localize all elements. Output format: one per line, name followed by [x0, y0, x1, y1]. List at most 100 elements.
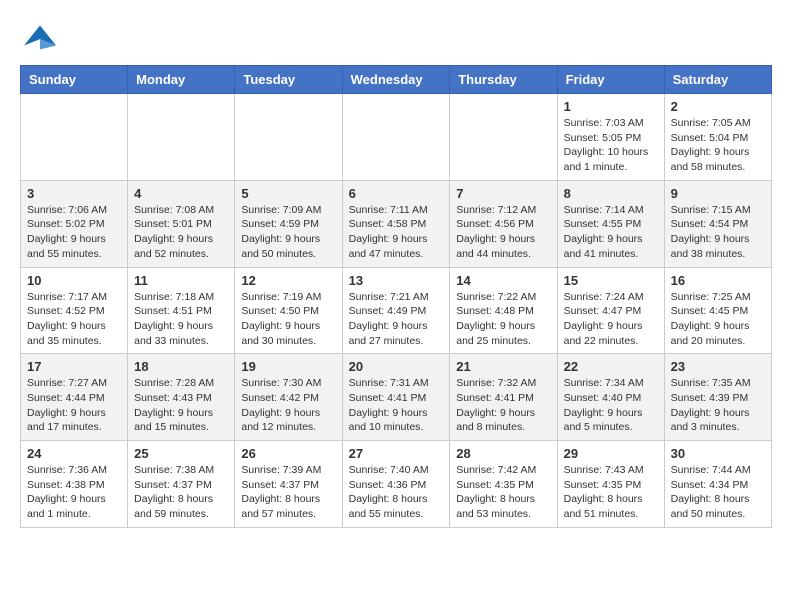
calendar-cell: 6 Sunrise: 7:11 AM Sunset: 4:58 PM Daylig…	[342, 180, 450, 267]
day-info: Sunrise: 7:38 AM Sunset: 4:37 PM Dayligh…	[134, 463, 228, 522]
day-number: 13	[349, 273, 444, 288]
day-info: Sunrise: 7:42 AM Sunset: 4:35 PM Dayligh…	[456, 463, 550, 522]
day-info: Sunrise: 7:28 AM Sunset: 4:43 PM Dayligh…	[134, 376, 228, 435]
day-number: 24	[27, 446, 121, 461]
day-number: 12	[241, 273, 335, 288]
column-header-tuesday: Tuesday	[235, 66, 342, 94]
calendar-cell: 22 Sunrise: 7:34 AM Sunset: 4:40 PM Dayli…	[557, 354, 664, 441]
day-info: Sunrise: 7:18 AM Sunset: 4:51 PM Dayligh…	[134, 290, 228, 349]
calendar-table: SundayMondayTuesdayWednesdayThursdayFrid…	[20, 65, 772, 528]
day-info: Sunrise: 7:22 AM Sunset: 4:48 PM Dayligh…	[456, 290, 550, 349]
day-number: 21	[456, 359, 550, 374]
day-number: 17	[27, 359, 121, 374]
day-number: 1	[564, 99, 658, 114]
day-info: Sunrise: 7:05 AM Sunset: 5:04 PM Dayligh…	[671, 116, 765, 175]
day-number: 2	[671, 99, 765, 114]
day-info: Sunrise: 7:21 AM Sunset: 4:49 PM Dayligh…	[349, 290, 444, 349]
calendar-cell: 9 Sunrise: 7:15 AM Sunset: 4:54 PM Daylig…	[664, 180, 771, 267]
day-info: Sunrise: 7:34 AM Sunset: 4:40 PM Dayligh…	[564, 376, 658, 435]
calendar-cell: 25Sunrise: 7:38 AM Sunset: 4:37 PM Dayli…	[128, 441, 235, 528]
day-info: Sunrise: 7:35 AM Sunset: 4:39 PM Dayligh…	[671, 376, 765, 435]
day-info: Sunrise: 7:03 AM Sunset: 5:05 PM Dayligh…	[564, 116, 658, 175]
calendar-cell: 27 Sunrise: 7:40 AM Sunset: 4:36 PM Dayli…	[342, 441, 450, 528]
day-number: 14	[456, 273, 550, 288]
day-info: Sunrise: 7:09 AM Sunset: 4:59 PM Dayligh…	[241, 203, 335, 262]
column-header-sunday: Sunday	[21, 66, 128, 94]
day-info: Sunrise: 7:24 AM Sunset: 4:47 PM Dayligh…	[564, 290, 658, 349]
calendar-cell: 3 Sunrise: 7:06 AM Sunset: 5:02 PM Daylig…	[21, 180, 128, 267]
day-info: Sunrise: 7:17 AM Sunset: 4:52 PM Dayligh…	[27, 290, 121, 349]
calendar-cell	[21, 94, 128, 181]
day-info: Sunrise: 7:15 AM Sunset: 4:54 PM Dayligh…	[671, 203, 765, 262]
column-header-saturday: Saturday	[664, 66, 771, 94]
calendar-cell	[128, 94, 235, 181]
day-number: 30	[671, 446, 765, 461]
day-info: Sunrise: 7:19 AM Sunset: 4:50 PM Dayligh…	[241, 290, 335, 349]
calendar-cell: 14 Sunrise: 7:22 AM Sunset: 4:48 PM Dayli…	[450, 267, 557, 354]
calendar-cell: 21Sunrise: 7:32 AM Sunset: 4:41 PM Dayli…	[450, 354, 557, 441]
day-info: Sunrise: 7:43 AM Sunset: 4:35 PM Dayligh…	[564, 463, 658, 522]
calendar-cell: 12 Sunrise: 7:19 AM Sunset: 4:50 PM Dayli…	[235, 267, 342, 354]
day-number: 6	[349, 186, 444, 201]
day-number: 27	[349, 446, 444, 461]
day-number: 18	[134, 359, 228, 374]
column-header-monday: Monday	[128, 66, 235, 94]
calendar-cell: 18 Sunrise: 7:28 AM Sunset: 4:43 PM Dayli…	[128, 354, 235, 441]
calendar-cell: 19Sunrise: 7:30 AM Sunset: 4:42 PM Dayli…	[235, 354, 342, 441]
calendar-cell: 8 Sunrise: 7:14 AM Sunset: 4:55 PM Daylig…	[557, 180, 664, 267]
day-number: 26	[241, 446, 335, 461]
calendar-cell: 7 Sunrise: 7:12 AM Sunset: 4:56 PM Daylig…	[450, 180, 557, 267]
day-info: Sunrise: 7:39 AM Sunset: 4:37 PM Dayligh…	[241, 463, 335, 522]
day-number: 11	[134, 273, 228, 288]
calendar-cell: 5 Sunrise: 7:09 AM Sunset: 4:59 PM Daylig…	[235, 180, 342, 267]
calendar-cell	[450, 94, 557, 181]
calendar-cell: 17 Sunrise: 7:27 AM Sunset: 4:44 PM Dayli…	[21, 354, 128, 441]
calendar-cell: 15 Sunrise: 7:24 AM Sunset: 4:47 PM Dayli…	[557, 267, 664, 354]
day-info: Sunrise: 7:40 AM Sunset: 4:36 PM Dayligh…	[349, 463, 444, 522]
calendar-cell: 13 Sunrise: 7:21 AM Sunset: 4:49 PM Dayli…	[342, 267, 450, 354]
day-number: 19	[241, 359, 335, 374]
calendar-cell: 16 Sunrise: 7:25 AM Sunset: 4:45 PM Dayli…	[664, 267, 771, 354]
day-info: Sunrise: 7:12 AM Sunset: 4:56 PM Dayligh…	[456, 203, 550, 262]
day-info: Sunrise: 7:08 AM Sunset: 5:01 PM Dayligh…	[134, 203, 228, 262]
column-header-thursday: Thursday	[450, 66, 557, 94]
day-number: 29	[564, 446, 658, 461]
column-header-wednesday: Wednesday	[342, 66, 450, 94]
day-info: Sunrise: 7:14 AM Sunset: 4:55 PM Dayligh…	[564, 203, 658, 262]
logo-icon	[20, 20, 60, 55]
day-number: 8	[564, 186, 658, 201]
day-number: 10	[27, 273, 121, 288]
day-number: 3	[27, 186, 121, 201]
calendar-cell: 2 Sunrise: 7:05 AM Sunset: 5:04 PM Daylig…	[664, 94, 771, 181]
calendar-cell: 4 Sunrise: 7:08 AM Sunset: 5:01 PM Daylig…	[128, 180, 235, 267]
day-info: Sunrise: 7:06 AM Sunset: 5:02 PM Dayligh…	[27, 203, 121, 262]
day-number: 23	[671, 359, 765, 374]
calendar-cell: 26 Sunrise: 7:39 AM Sunset: 4:37 PM Dayli…	[235, 441, 342, 528]
calendar-cell	[235, 94, 342, 181]
header	[20, 20, 772, 55]
calendar-cell: 24 Sunrise: 7:36 AM Sunset: 4:38 PM Dayli…	[21, 441, 128, 528]
calendar-cell: 28 Sunrise: 7:42 AM Sunset: 4:35 PM Dayli…	[450, 441, 557, 528]
day-number: 20	[349, 359, 444, 374]
logo	[20, 20, 64, 55]
day-number: 9	[671, 186, 765, 201]
day-number: 16	[671, 273, 765, 288]
calendar-cell: 20 Sunrise: 7:31 AM Sunset: 4:41 PM Dayli…	[342, 354, 450, 441]
column-header-friday: Friday	[557, 66, 664, 94]
day-number: 28	[456, 446, 550, 461]
calendar-cell: 11 Sunrise: 7:18 AM Sunset: 4:51 PM Dayli…	[128, 267, 235, 354]
day-number: 5	[241, 186, 335, 201]
calendar-cell	[342, 94, 450, 181]
calendar-cell: 10 Sunrise: 7:17 AM Sunset: 4:52 PM Dayli…	[21, 267, 128, 354]
day-number: 4	[134, 186, 228, 201]
day-info: Sunrise: 7:36 AM Sunset: 4:38 PM Dayligh…	[27, 463, 121, 522]
day-info: Sunrise: 7:25 AM Sunset: 4:45 PM Dayligh…	[671, 290, 765, 349]
calendar-cell: 23 Sunrise: 7:35 AM Sunset: 4:39 PM Dayli…	[664, 354, 771, 441]
day-number: 22	[564, 359, 658, 374]
day-info: Sunrise: 7:31 AM Sunset: 4:41 PM Dayligh…	[349, 376, 444, 435]
day-info: Sunrise: 7:44 AM Sunset: 4:34 PM Dayligh…	[671, 463, 765, 522]
day-info: Sunrise: 7:27 AM Sunset: 4:44 PM Dayligh…	[27, 376, 121, 435]
day-number: 15	[564, 273, 658, 288]
day-info: Sunrise: 7:11 AM Sunset: 4:58 PM Dayligh…	[349, 203, 444, 262]
day-number: 7	[456, 186, 550, 201]
